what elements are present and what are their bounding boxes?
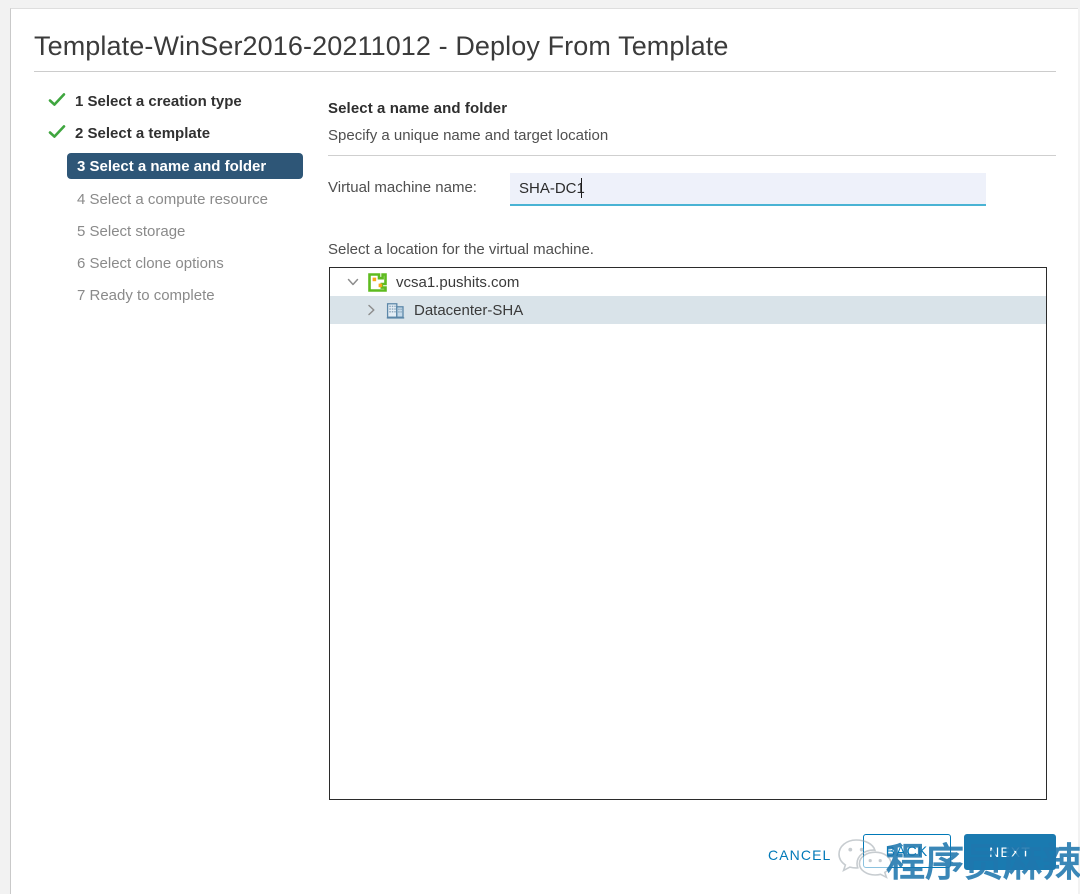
tree-node-label: vcsa1.pushits.com: [396, 273, 520, 291]
chevron-right-icon[interactable]: [362, 301, 380, 319]
sidebar-item-label: 4 Select a compute resource: [77, 190, 268, 208]
check-icon: [48, 123, 66, 141]
deploy-from-template-dialog: Template-WinSer2016-20211012 - Deploy Fr…: [10, 8, 1080, 894]
sidebar-item-creation-type[interactable]: 1 Select a creation type: [33, 89, 313, 113]
main-content: Select a name and folder Specify a uniqu…: [328, 89, 1056, 800]
sidebar-item-clone-options[interactable]: 6 Select clone options: [33, 251, 313, 275]
check-icon: [48, 91, 66, 109]
dialog-footer: CANCEL BACK NEXT: [11, 827, 1079, 887]
sidebar-item-label: 5 Select storage: [77, 222, 186, 240]
cancel-button[interactable]: CANCEL: [758, 839, 841, 871]
sidebar-item-ready-to-complete[interactable]: 7 Ready to complete: [33, 283, 313, 307]
tree-row[interactable]: Datacenter-SHA: [330, 296, 1046, 324]
text-cursor: [581, 178, 582, 198]
sidebar-item-label: 3 Select a name and folder: [77, 157, 267, 175]
section-subtitle: Specify a unique name and target locatio…: [328, 127, 609, 144]
next-button[interactable]: NEXT: [964, 834, 1056, 870]
sidebar-item-name-and-folder[interactable]: 3 Select a name and folder: [67, 153, 303, 179]
sidebar-item-select-template[interactable]: 2 Select a template: [33, 121, 313, 145]
location-tree-panel[interactable]: vcsa1.pushits.com Datacenter-SHA: [329, 267, 1047, 800]
dialog-header: Template-WinSer2016-20211012 - Deploy Fr…: [11, 9, 1079, 72]
chevron-down-icon[interactable]: [344, 273, 362, 291]
page-title: Template-WinSer2016-20211012 - Deploy Fr…: [34, 31, 729, 61]
sidebar-item-compute-resource[interactable]: 4 Select a compute resource: [33, 187, 313, 211]
vm-name-label: Virtual machine name:: [328, 179, 477, 196]
wizard-steps-sidebar: 1 Select a creation type 2 Select a temp…: [33, 89, 313, 315]
section-title: Select a name and folder: [328, 100, 508, 117]
sidebar-item-select-storage[interactable]: 5 Select storage: [33, 219, 313, 243]
sidebar-item-label: 2 Select a template: [75, 124, 211, 142]
tree-row[interactable]: vcsa1.pushits.com: [330, 268, 1046, 296]
sidebar-item-label: 1 Select a creation type: [75, 92, 242, 110]
sidebar-item-label: 6 Select clone options: [77, 254, 224, 272]
vm-name-row: Virtual machine name:: [328, 173, 1056, 207]
back-button[interactable]: BACK: [863, 834, 951, 868]
header-divider: [34, 71, 1056, 72]
location-instruction-label: Select a location for the virtual machin…: [328, 241, 594, 258]
vcenter-icon: [367, 272, 387, 292]
tree-node-label: Datacenter-SHA: [414, 301, 524, 319]
section-divider: [328, 155, 1056, 156]
sidebar-item-label: 7 Ready to complete: [77, 286, 215, 304]
datacenter-icon: [385, 300, 405, 320]
